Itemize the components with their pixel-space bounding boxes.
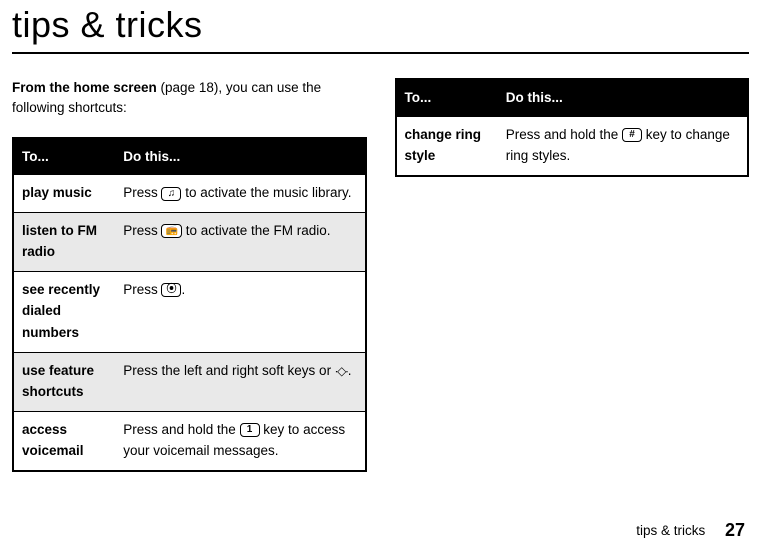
table-row: play music Press ♫ to activate the music…: [13, 175, 366, 212]
action-pre: Press the left and right soft keys or: [123, 363, 335, 378]
shortcuts-table-1: To... Do this... play music Press ♫ to a…: [12, 137, 367, 473]
table-row: see recently dialed numbers Press ⦿.: [13, 271, 366, 352]
table2-header-do: Do this...: [498, 79, 748, 117]
table-row: access voicemail Press and hold the 1 ke…: [13, 411, 366, 471]
action-pre: Press and hold the: [506, 127, 622, 142]
left-column: From the home screen (page 18), you can …: [12, 78, 367, 472]
row-label: access voicemail: [13, 411, 115, 471]
action-post: to activate the FM radio.: [182, 223, 331, 238]
footer-text: tips & tricks: [636, 523, 705, 538]
intro-text: From the home screen (page 18), you can …: [12, 78, 367, 119]
page-title: tips & tricks: [12, 0, 749, 52]
row-action: Press ♫ to activate the music library.: [115, 175, 365, 212]
row-action: Press and hold the # key to change ring …: [498, 117, 748, 176]
right-column: To... Do this... change ring style Press…: [395, 78, 750, 472]
action-post: to activate the music library.: [181, 185, 351, 200]
music-key-icon: ♫: [161, 187, 181, 201]
send-key-icon: ⦿: [161, 283, 181, 297]
row-label: play music: [13, 175, 115, 212]
action-pre: Press: [123, 282, 161, 297]
one-key-icon: 1: [240, 423, 260, 437]
hash-key-icon: #: [622, 128, 642, 142]
radio-key-icon: 📻: [161, 224, 181, 238]
row-action: Press the left and right soft keys or ∙◇…: [115, 352, 365, 411]
action-post: .: [348, 363, 352, 378]
action-pre: Press and hold the: [123, 422, 239, 437]
content-columns: From the home screen (page 18), you can …: [12, 78, 749, 472]
intro-bold: From the home screen: [12, 80, 157, 95]
table-row: use feature shortcuts Press the left and…: [13, 352, 366, 411]
title-rule: [12, 52, 749, 54]
row-label: listen to FM radio: [13, 212, 115, 271]
row-action: Press 📻 to activate the FM radio.: [115, 212, 365, 271]
table-row: change ring style Press and hold the # k…: [396, 117, 749, 176]
row-action: Press and hold the 1 key to access your …: [115, 411, 365, 471]
table1-header-to: To...: [13, 138, 115, 176]
action-post: .: [181, 282, 185, 297]
table1-header-do: Do this...: [115, 138, 365, 176]
table2-header-to: To...: [396, 79, 498, 117]
page-footer: tips & tricks 27: [636, 520, 745, 541]
table-row: listen to FM radio Press 📻 to activate t…: [13, 212, 366, 271]
nav-key-icon: ∙◇∙: [335, 362, 348, 381]
footer-page-number: 27: [725, 520, 745, 540]
action-pre: Press: [123, 223, 161, 238]
row-label: use feature shortcuts: [13, 352, 115, 411]
row-label: change ring style: [396, 117, 498, 176]
row-label: see recently dialed numbers: [13, 271, 115, 352]
row-action: Press ⦿.: [115, 271, 365, 352]
shortcuts-table-2: To... Do this... change ring style Press…: [395, 78, 750, 177]
action-pre: Press: [123, 185, 161, 200]
